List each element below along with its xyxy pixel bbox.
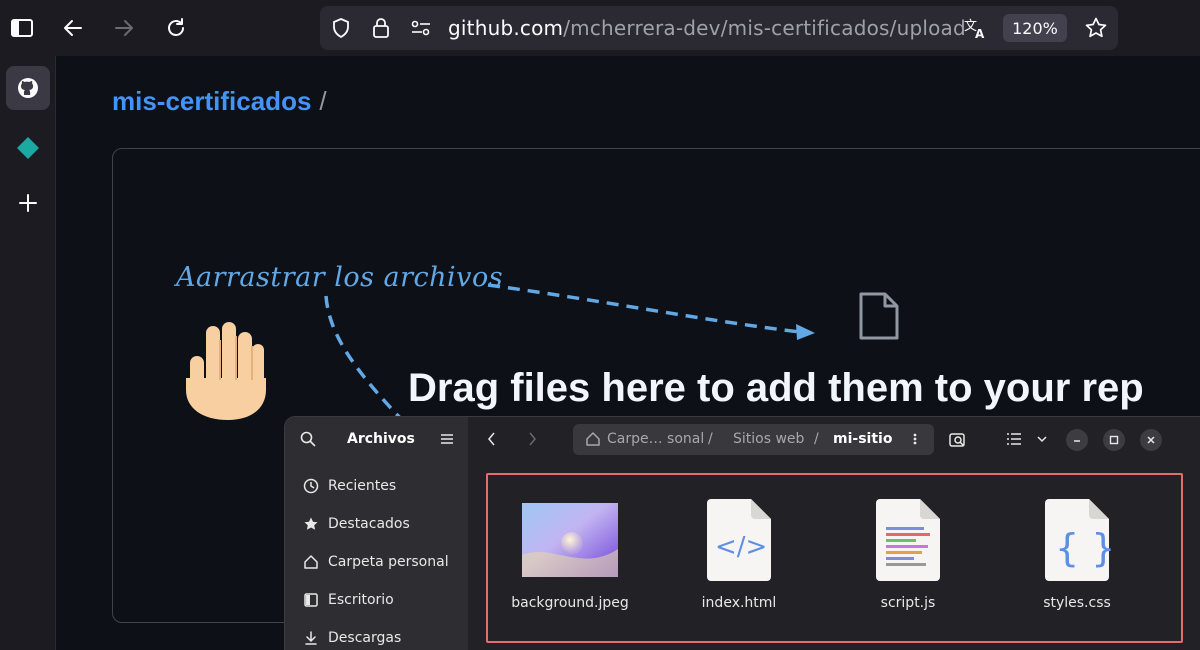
sidebar-item-destacados[interactable]: Destacados: [301, 512, 410, 536]
site-permissions-icon[interactable]: [410, 18, 432, 42]
file-item[interactable]: { } styles.css: [1002, 497, 1152, 617]
css-file-icon: { }: [1043, 497, 1111, 583]
sidebar-item-descargas[interactable]: Descargas: [301, 626, 401, 650]
file-name: script.js: [880, 595, 936, 611]
svg-text:A: A: [975, 27, 985, 40]
home-icon: [301, 552, 321, 572]
file-item[interactable]: </> index.html: [664, 497, 814, 617]
sidebar-item-carpeta-personal[interactable]: Carpeta personal: [301, 550, 449, 574]
path-separator: /: [708, 431, 713, 447]
clock-icon: [301, 476, 321, 496]
path-separator: /: [814, 431, 819, 447]
image-thumbnail: [522, 497, 618, 583]
more-vertical-icon[interactable]: [911, 431, 919, 451]
text-file-icon: [874, 497, 942, 583]
download-icon: [301, 628, 321, 648]
sidebar-item-label: Escritorio: [328, 592, 394, 608]
path-segment-current[interactable]: mi-sitio: [833, 431, 892, 447]
selected-files-area[interactable]: background.jpeg </> index.html script.js…: [486, 473, 1183, 643]
sidebar-item-label: Descargas: [328, 630, 402, 646]
url-path: /mcherrera-dev/mis-certificados/upload: [563, 16, 966, 40]
browser-toolbar: github.com/mcherrera-dev/mis-certificado…: [0, 0, 1200, 56]
sidebar-item-escritorio[interactable]: Escritorio: [301, 588, 394, 612]
breadcrumb: mis-certificados /: [112, 86, 327, 117]
zoom-level-button[interactable]: 120%: [1003, 14, 1067, 42]
shield-icon[interactable]: [330, 17, 352, 43]
close-icon[interactable]: [1140, 429, 1162, 451]
view-options-chevron-icon[interactable]: [1035, 431, 1049, 451]
list-view-icon[interactable]: [1005, 431, 1023, 451]
breadcrumb-separator: /: [319, 86, 327, 116]
path-segment[interactable]: Carpe… sonal: [607, 431, 704, 447]
sidebar-item-label: Carpeta personal: [328, 554, 449, 570]
svg-text:{ }: { }: [1055, 526, 1111, 570]
sidebar-item-label: Recientes: [328, 478, 397, 494]
star-icon: [301, 514, 321, 534]
url-text[interactable]: github.com/mcherrera-dev/mis-certificado…: [448, 16, 966, 40]
file-name: background.jpeg: [511, 595, 629, 611]
path-bar[interactable]: Carpe… sonal / Sitios web / mi-sitio: [573, 424, 934, 455]
files-window: Archivos Recientes Destacados Carpeta pe…: [285, 417, 1200, 650]
desktop-icon: [301, 590, 321, 610]
sidebar-item-label: Destacados: [328, 516, 410, 532]
file-name: index.html: [701, 595, 777, 611]
back-icon[interactable]: [59, 14, 87, 42]
html-file-icon: </>: [705, 497, 773, 583]
url-bar[interactable]: github.com/mcherrera-dev/mis-certificado…: [320, 6, 1118, 50]
svg-text:</>: </>: [715, 532, 767, 562]
home-icon: [585, 431, 601, 451]
forward-icon[interactable]: [110, 14, 138, 42]
reload-icon[interactable]: [162, 14, 190, 42]
forward-chevron-icon[interactable]: [526, 430, 538, 452]
file-item[interactable]: background.jpeg: [495, 497, 645, 617]
file-item[interactable]: script.js: [833, 497, 983, 617]
maximize-icon[interactable]: [1103, 429, 1125, 451]
sidebar-item-recientes[interactable]: Recientes: [301, 474, 396, 498]
files-sidebar: Archivos Recientes Destacados Carpeta pe…: [285, 417, 468, 650]
search-in-folder-icon[interactable]: [948, 430, 968, 454]
browser-sidebar: [0, 56, 56, 650]
file-name: styles.css: [1043, 595, 1111, 611]
lock-icon[interactable]: [370, 16, 392, 44]
bookmark-star-icon[interactable]: [1084, 16, 1108, 44]
translate-icon[interactable]: 文A: [963, 16, 989, 44]
sidebar-toggle-icon[interactable]: [8, 14, 36, 42]
drop-title: Drag files here to add them to your rep: [408, 366, 1144, 410]
add-icon[interactable]: [6, 181, 50, 225]
minimize-icon[interactable]: [1066, 429, 1088, 451]
search-icon[interactable]: [299, 430, 317, 452]
annotation-text: Aarrastrar los archivos: [176, 262, 504, 293]
back-chevron-icon[interactable]: [486, 430, 498, 452]
repo-link[interactable]: mis-certificados: [112, 86, 311, 116]
files-app-title: Archivos: [347, 431, 415, 447]
path-segment[interactable]: Sitios web: [733, 431, 804, 447]
url-domain: github.com: [448, 16, 564, 40]
hand-icon: [172, 318, 272, 428]
github-icon[interactable]: [6, 66, 50, 110]
file-icon: [857, 291, 901, 345]
extension-diamond-icon[interactable]: [6, 126, 50, 170]
hamburger-menu-icon[interactable]: [439, 431, 455, 450]
